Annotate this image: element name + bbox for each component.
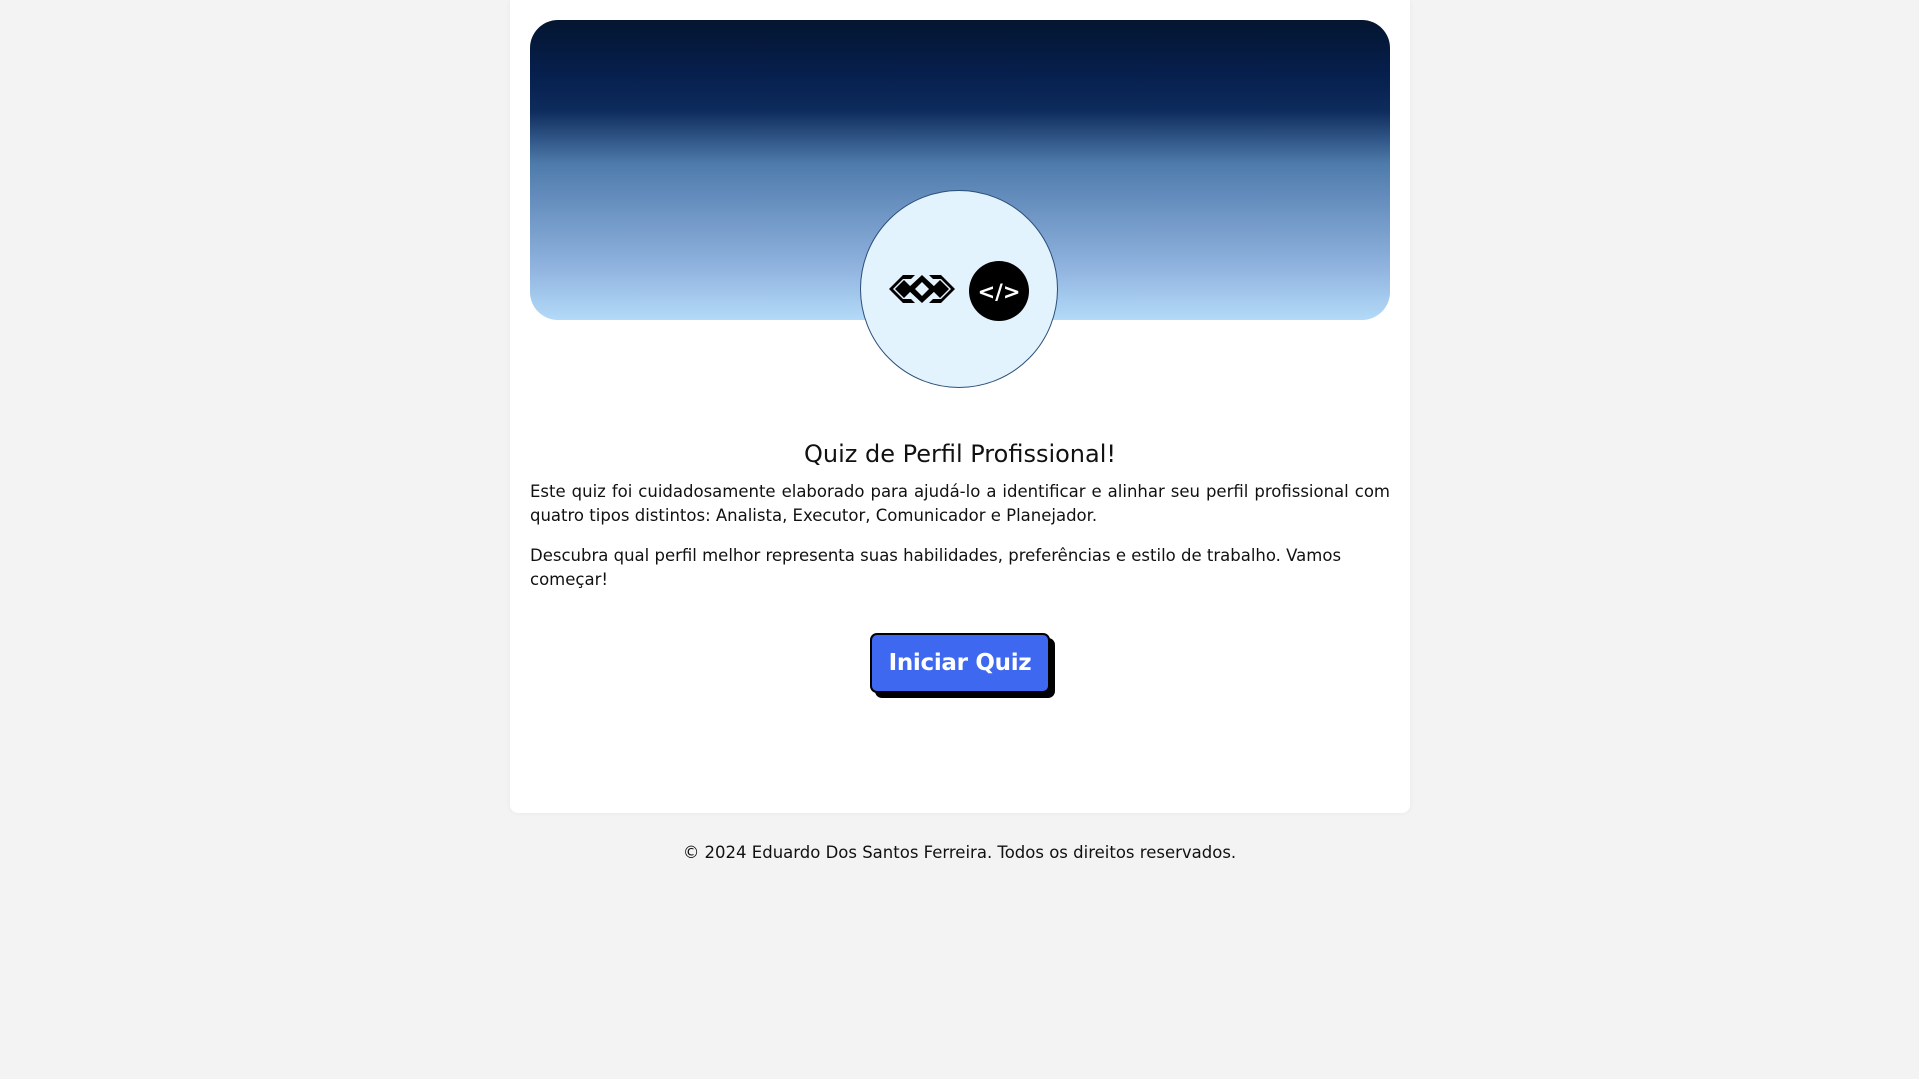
start-quiz-button[interactable]: Iniciar Quiz [870,633,1050,693]
diamonds-logo-icon [889,275,955,303]
page-title: Quiz de Perfil Profissional! [803,440,1117,468]
start-button-wrapper: Iniciar Quiz [870,633,1055,698]
intro-paragraph: Este quiz foi cuidadosamente elaborado p… [530,482,1390,525]
quiz-card: </> Quiz de Perfil Profissional! Este qu… [510,0,1410,813]
footer-copyright: © 2024 Eduardo Dos Santos Ferreira. Todo… [682,843,1237,862]
logo-avatar: </> [860,190,1058,388]
code-brackets-icon: </> [969,261,1029,321]
code-brackets-text: </> [978,280,1021,304]
call-to-action-paragraph: Descubra qual perfil melhor representa s… [530,546,1342,589]
